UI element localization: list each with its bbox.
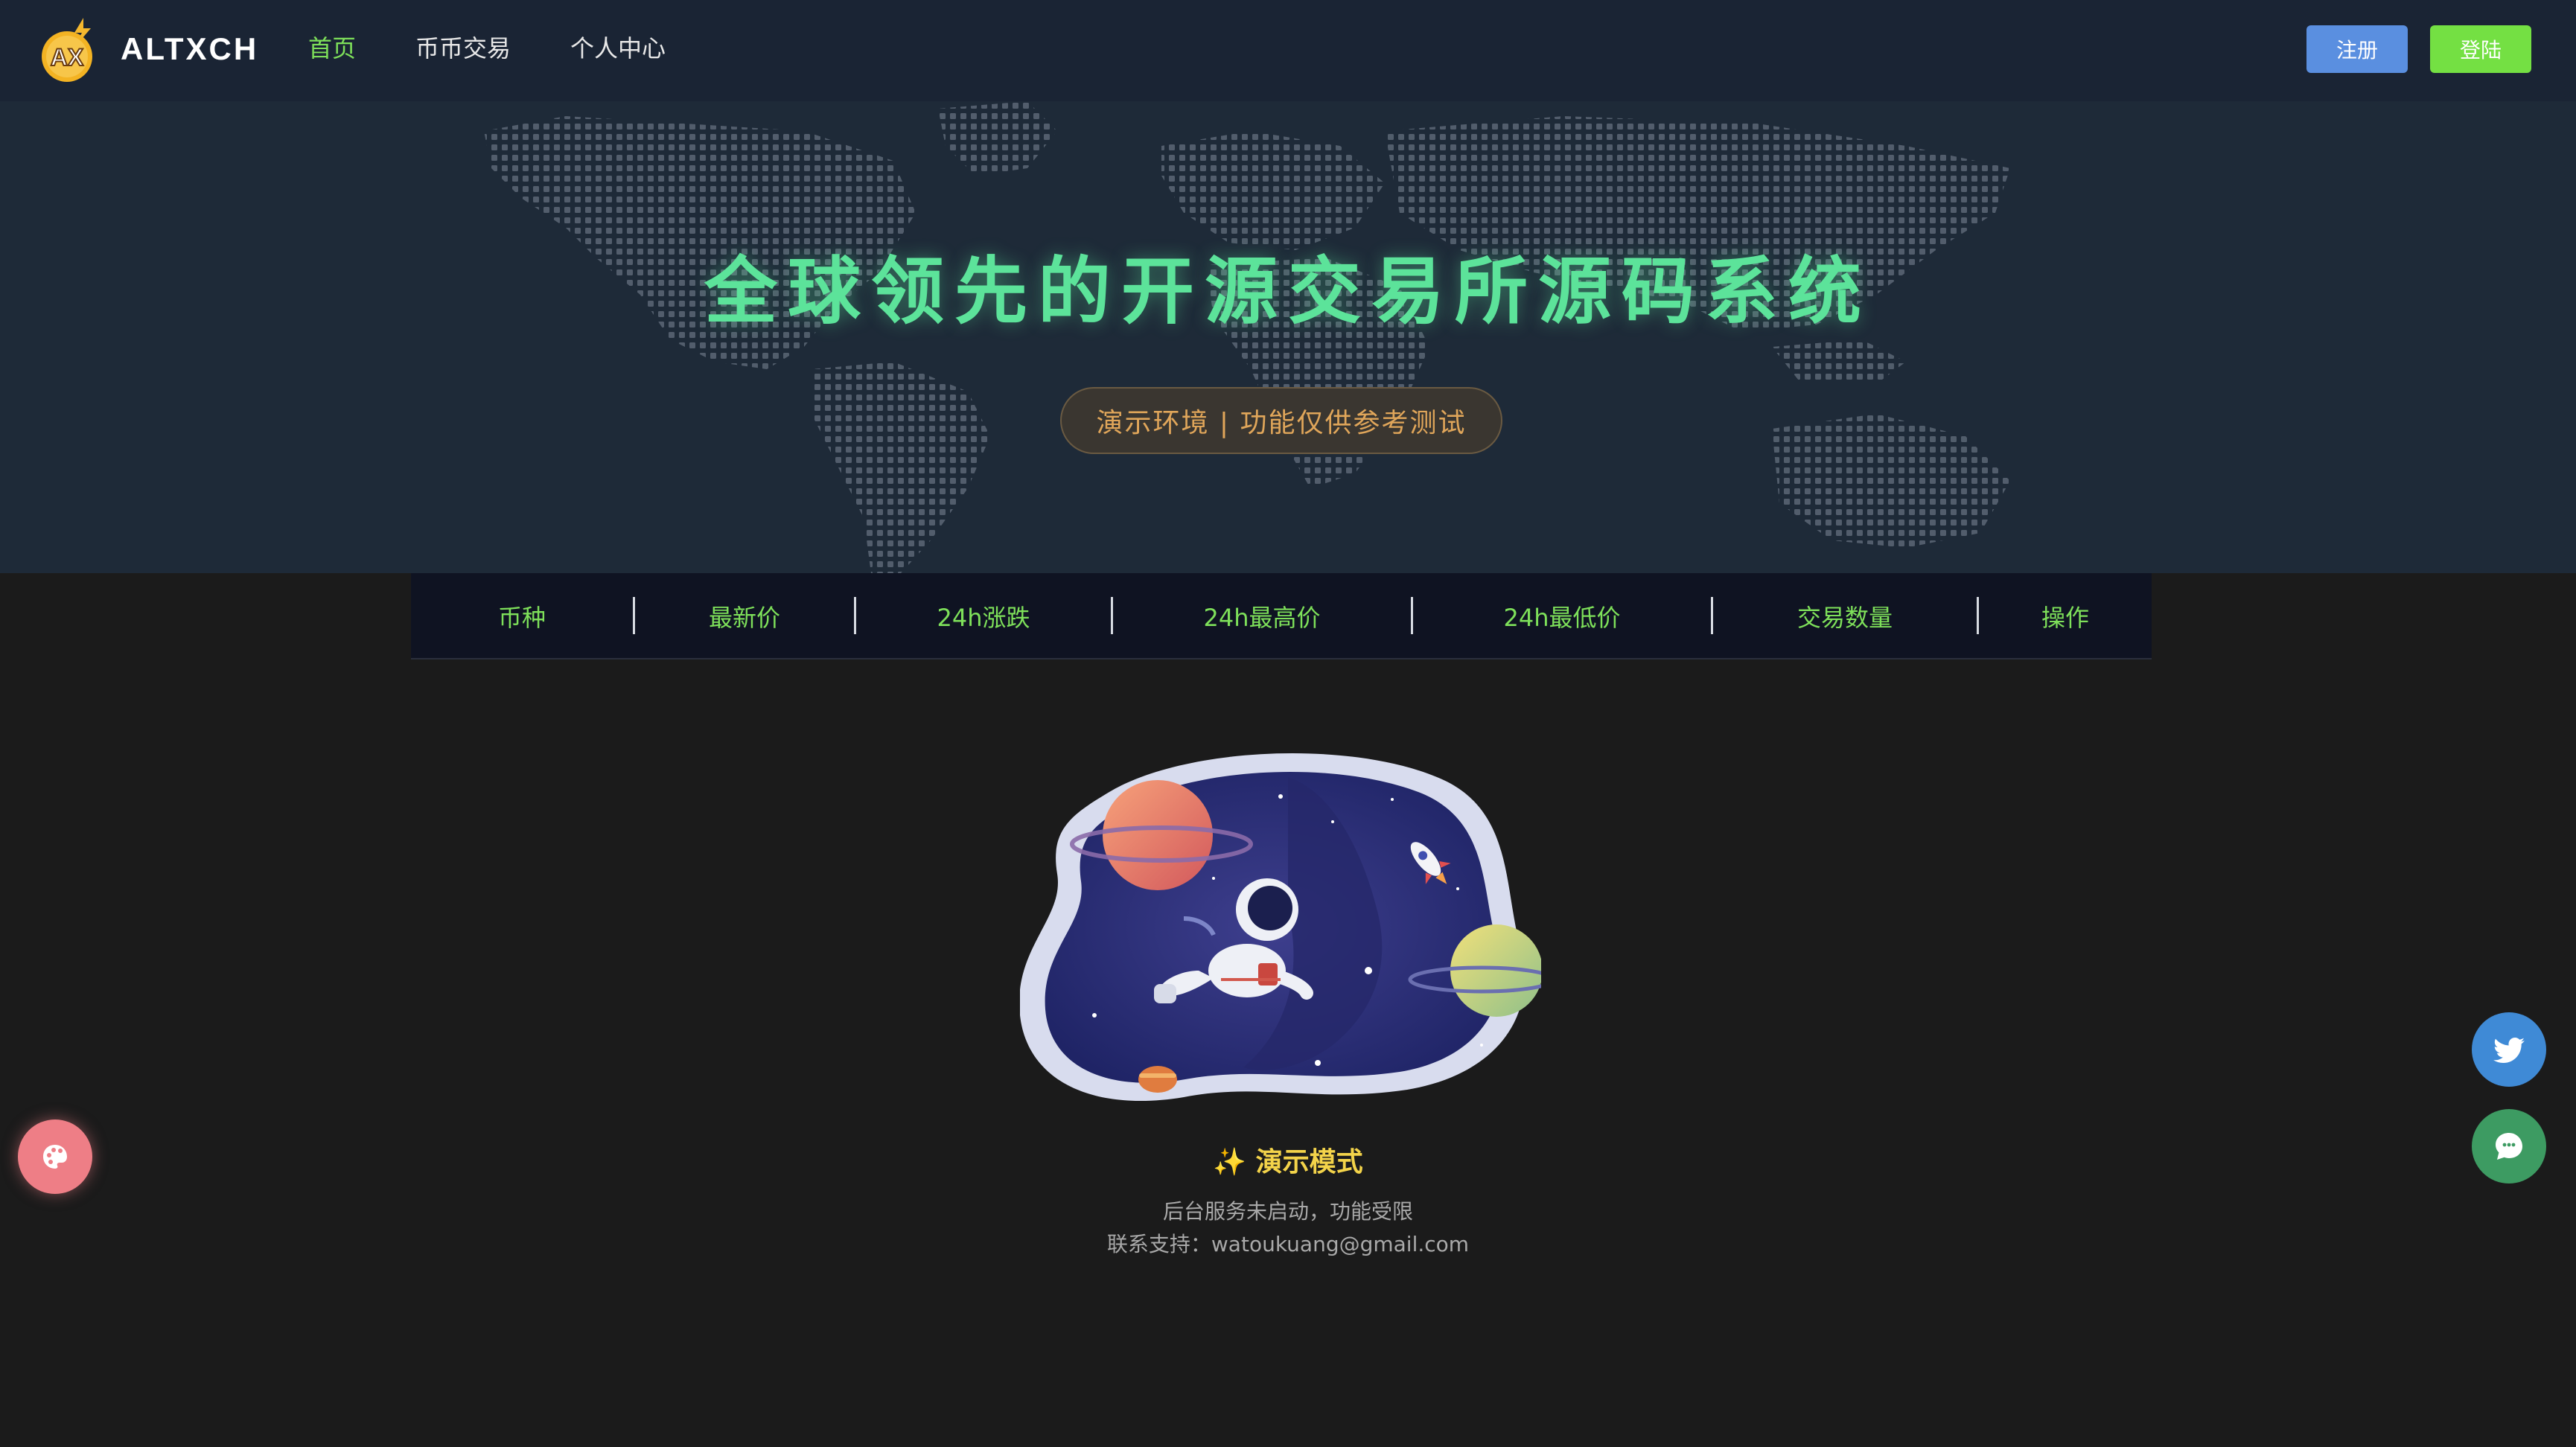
chat-icon — [2496, 1133, 2522, 1160]
column-header-latest-price[interactable]: 最新价 — [635, 573, 854, 659]
hero-banner: 全球领先的开源交易所源码系统 演示环境 | 功能仅供参考测试 — [0, 101, 2576, 573]
market-table-header: 币种 最新价 24h涨跌 24h最高价 24h最低价 交易数量 操作 — [411, 573, 2152, 659]
demo-notice-badge: 演示环境 | 功能仅供参考测试 — [1060, 387, 1502, 454]
column-header-24h-high[interactable]: 24h最高价 — [1113, 573, 1411, 659]
astronaut-illustration — [1020, 753, 1541, 1102]
nav-item-home[interactable]: 首页 — [308, 30, 356, 64]
login-button[interactable]: 登陆 — [2430, 25, 2531, 73]
column-header-24h-low[interactable]: 24h最低价 — [1413, 573, 1711, 659]
demo-mode-title: ✨ 演示模式 — [1213, 1147, 1363, 1178]
theme-switch-button[interactable] — [18, 1119, 92, 1194]
brand-name[interactable]: ALTXCH — [121, 31, 258, 67]
column-header-volume[interactable]: 交易数量 — [1713, 573, 1977, 659]
support-contact: 联系支持：watoukuang@gmail.com — [1106, 1232, 1470, 1256]
logo-icon[interactable]: AX — [39, 16, 101, 83]
main-nav: 首页 币币交易 个人中心 — [308, 30, 666, 64]
twitter-icon — [2493, 1038, 2525, 1063]
hero-title: 全球领先的开源交易所源码系统 — [704, 249, 1872, 334]
chat-button[interactable] — [2472, 1109, 2546, 1184]
palette-icon — [43, 1145, 67, 1169]
column-header-coin[interactable]: 币种 — [411, 573, 633, 659]
nav-item-spot-trading[interactable]: 币币交易 — [415, 30, 511, 64]
nav-item-user-center[interactable]: 个人中心 — [570, 30, 666, 64]
register-button[interactable]: 注册 — [2306, 25, 2408, 73]
top-navbar: AX ALTXCH 首页 币币交易 个人中心 注册 登陆 — [0, 0, 2576, 101]
service-status-message: 后台服务未启动，功能受限 — [1162, 1199, 1413, 1224]
twitter-button[interactable] — [2472, 1012, 2546, 1087]
column-header-action: 操作 — [2041, 604, 2089, 632]
column-header-24h-change[interactable]: 24h涨跌 — [856, 573, 1111, 659]
logo-text: AX — [51, 44, 84, 71]
